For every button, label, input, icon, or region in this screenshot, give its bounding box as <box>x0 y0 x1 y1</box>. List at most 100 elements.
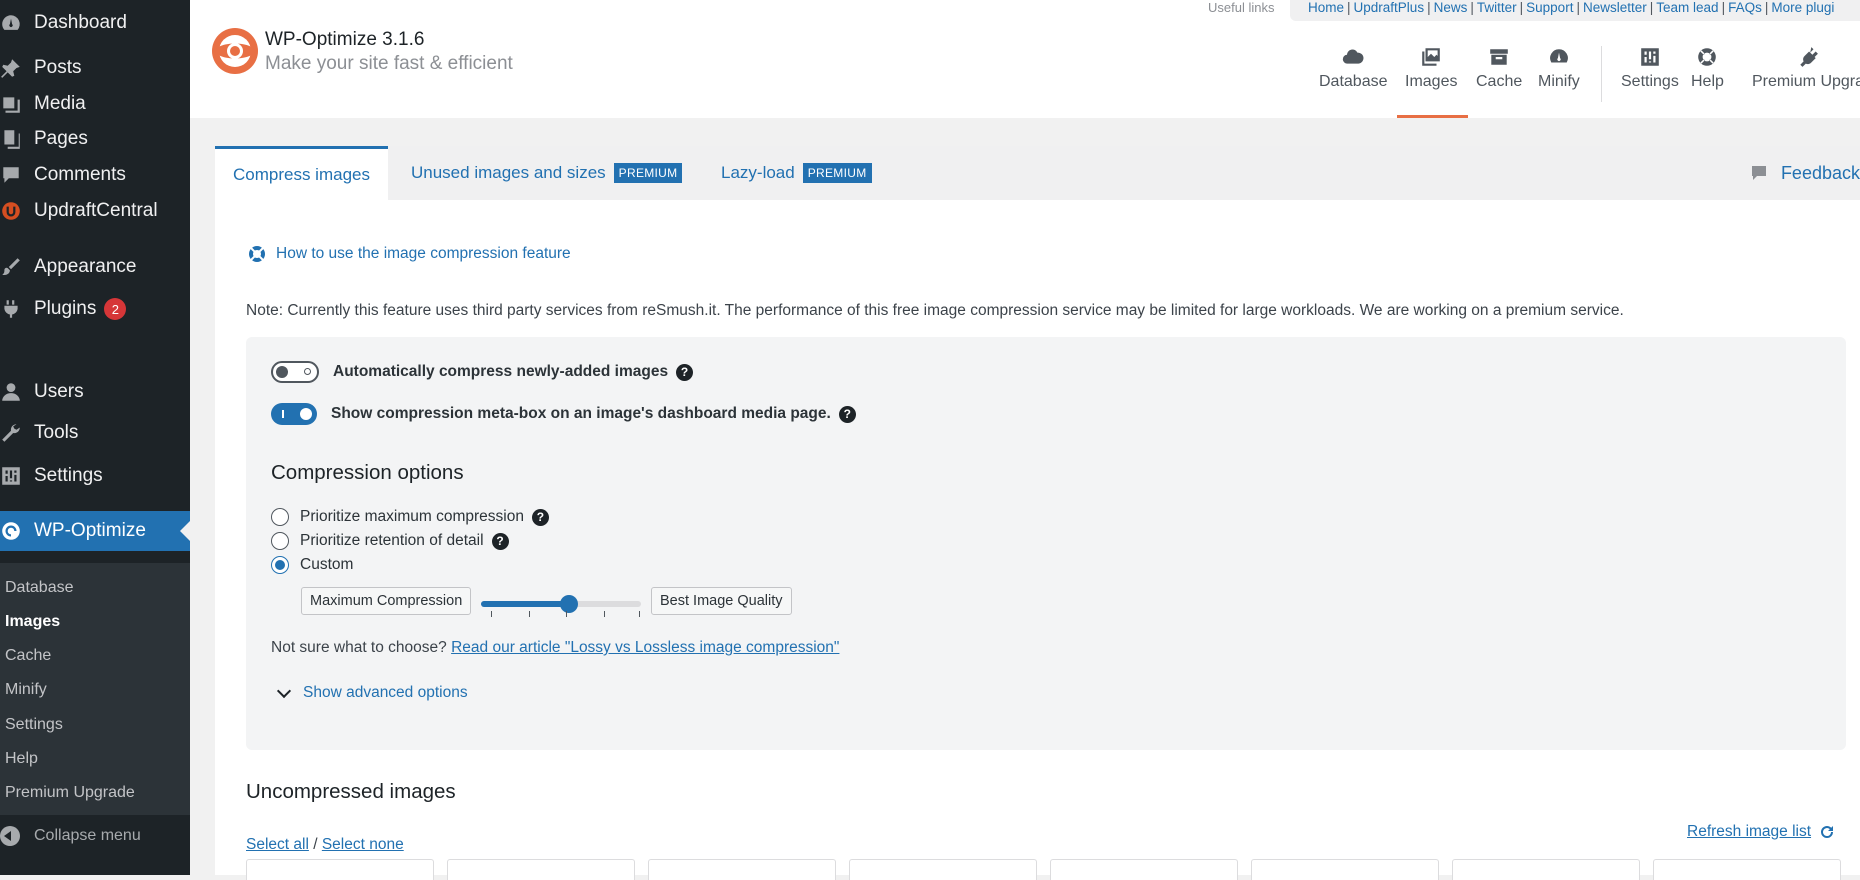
sidebar-item-label: Comments <box>34 164 126 185</box>
submenu-item-help[interactable]: Help <box>5 750 38 768</box>
sidebar-item-label: Plugins <box>34 298 97 319</box>
nav-tab-database[interactable]: Database <box>1319 46 1388 91</box>
image-thumbnail[interactable] <box>447 859 635 880</box>
link-news[interactable]: News <box>1434 0 1468 15</box>
help-icon[interactable]: ? <box>491 532 509 550</box>
help-icon[interactable]: ? <box>531 508 549 526</box>
slider-tick <box>639 611 640 617</box>
nav-tab-minify[interactable]: Minify <box>1538 46 1580 91</box>
sidebar-item-label: Pages <box>34 128 88 149</box>
sidebar-item-label: WP-Optimize <box>34 520 146 541</box>
collapse-menu-button[interactable]: Collapse menu <box>0 823 141 849</box>
refresh-image-list-button[interactable]: Refresh image list <box>1687 823 1835 841</box>
plugin-icon <box>0 298 22 320</box>
slider-fill <box>481 601 569 607</box>
archive-icon <box>1490 49 1508 65</box>
active-indicator <box>180 521 190 541</box>
tab-unused-images[interactable]: Unused images and sizes PREMIUM <box>411 146 683 200</box>
submenu-item-settings[interactable]: Settings <box>5 716 63 734</box>
pin-icon <box>0 57 22 79</box>
uncompressed-images-heading: Uncompressed images <box>246 780 456 803</box>
nav-divider <box>1601 46 1602 102</box>
not-sure-text: Not sure what to choose? <box>271 639 447 656</box>
radio-retention[interactable]: Prioritize retention of detail ? <box>271 532 509 550</box>
link-twitter[interactable]: Twitter <box>1477 0 1517 15</box>
auto-compress-label: Automatically compress newly-added image… <box>333 363 669 380</box>
useful-links-bar: Home | UpdraftPlus | News | Twitter | Support | Ne… <box>1290 0 1860 21</box>
image-tabs: Compress images Unused images and sizes … <box>215 146 1860 201</box>
sidebar-item-tools[interactable]: Tools <box>0 416 190 450</box>
image-thumbnail[interactable] <box>1452 859 1640 880</box>
sidebar-item-posts[interactable]: Posts <box>0 51 190 85</box>
submenu-item-minify[interactable]: Minify <box>5 681 47 699</box>
toggle-on-mark <box>282 410 284 418</box>
sidebar-item-appearance[interactable]: Appearance <box>0 250 190 284</box>
sidebar-item-media[interactable]: Media <box>0 87 190 121</box>
nav-tab-label: Images <box>1405 73 1458 90</box>
link-more-plugins[interactable]: More plugi <box>1771 0 1834 15</box>
howto-link[interactable]: How to use the image compression feature <box>247 244 571 264</box>
updraft-icon <box>0 200 22 222</box>
metabox-label: Show compression meta-box on an image's … <box>331 405 831 422</box>
active-nav-underline <box>1397 115 1468 118</box>
metabox-toggle[interactable] <box>271 403 317 425</box>
sliders-icon <box>1641 48 1659 66</box>
lifebuoy-icon <box>249 246 265 262</box>
link-home[interactable]: Home <box>1308 0 1344 15</box>
image-thumbnail[interactable] <box>1653 859 1841 880</box>
image-thumbnail[interactable] <box>1251 859 1439 880</box>
nav-tab-images[interactable]: Images <box>1405 46 1457 91</box>
help-icon[interactable]: ? <box>838 405 856 423</box>
article-link[interactable]: Read our article "Lossy vs Lossless imag… <box>451 639 839 656</box>
image-thumbnail[interactable] <box>246 859 434 880</box>
link-separator: | <box>1470 0 1474 15</box>
link-support[interactable]: Support <box>1526 0 1573 15</box>
sidebar-item-plugins[interactable]: Plugins 2 <box>0 292 190 326</box>
link-newsletter[interactable]: Newsletter <box>1583 0 1647 15</box>
tab-lazy-load[interactable]: Lazy-load PREMIUM <box>721 146 872 200</box>
nav-tab-label: Premium Upgra <box>1752 73 1860 90</box>
tab-compress-images[interactable]: Compress images <box>215 146 388 200</box>
sidebar-item-settings[interactable]: Settings <box>0 459 190 493</box>
sidebar-item-comments[interactable]: Comments <box>0 158 190 192</box>
radio-button[interactable] <box>271 532 289 550</box>
radio-button[interactable] <box>271 508 289 526</box>
radio-label: Prioritize maximum compression <box>300 508 524 525</box>
image-thumbnail[interactable] <box>1050 859 1238 880</box>
nav-tab-settings[interactable]: Settings <box>1621 46 1679 91</box>
update-count-badge: 2 <box>104 298 127 320</box>
howto-label: How to use the image compression feature <box>276 245 571 262</box>
slider-thumb[interactable] <box>560 595 578 613</box>
submenu-item-database[interactable]: Database <box>5 579 74 597</box>
lifebuoy-icon <box>1698 48 1717 66</box>
nav-tab-help[interactable]: Help <box>1691 46 1724 91</box>
sidebar-item-updraftcentral[interactable]: UpdraftCentral <box>0 194 190 228</box>
select-none-link[interactable]: Select none <box>322 836 404 853</box>
image-thumbnail[interactable] <box>648 859 836 880</box>
sidebar-item-wp-optimize[interactable]: WP-Optimize <box>0 511 190 551</box>
help-icon[interactable]: ? <box>676 363 694 381</box>
auto-compress-toggle[interactable] <box>271 361 319 383</box>
sidebar-item-dashboard[interactable]: Dashboard <box>0 6 190 40</box>
radio-custom[interactable]: Custom <box>271 556 353 574</box>
nav-tab-cache[interactable]: Cache <box>1476 46 1522 91</box>
nav-tab-premium-upgrade[interactable]: Premium Upgra <box>1752 46 1860 91</box>
radio-max-compression[interactable]: Prioritize maximum compression ? <box>271 508 549 526</box>
show-advanced-options[interactable]: Show advanced options <box>271 683 468 702</box>
link-team-lead[interactable]: Team lead <box>1656 0 1718 15</box>
link-updraftplus[interactable]: UpdraftPlus <box>1354 0 1425 15</box>
submenu-item-images[interactable]: Images <box>5 613 60 631</box>
sidebar-item-users[interactable]: Users <box>0 375 190 409</box>
link-faqs[interactable]: FAQs <box>1728 0 1762 15</box>
select-all-link[interactable]: Select all <box>246 836 309 853</box>
submenu-item-cache[interactable]: Cache <box>5 647 51 665</box>
feedback-button[interactable]: Feedback <box>1749 146 1860 200</box>
service-note: Note: Currently this feature uses third … <box>246 302 1624 319</box>
radio-button[interactable] <box>271 556 289 574</box>
tab-label: Compress images <box>233 164 370 184</box>
compression-slider[interactable] <box>481 595 641 613</box>
submenu-item-premium-upgrade[interactable]: Premium Upgrade <box>5 784 135 802</box>
image-thumbnail[interactable] <box>849 859 1037 880</box>
compression-options-heading: Compression options <box>271 461 464 484</box>
sidebar-item-pages[interactable]: Pages <box>0 122 190 156</box>
